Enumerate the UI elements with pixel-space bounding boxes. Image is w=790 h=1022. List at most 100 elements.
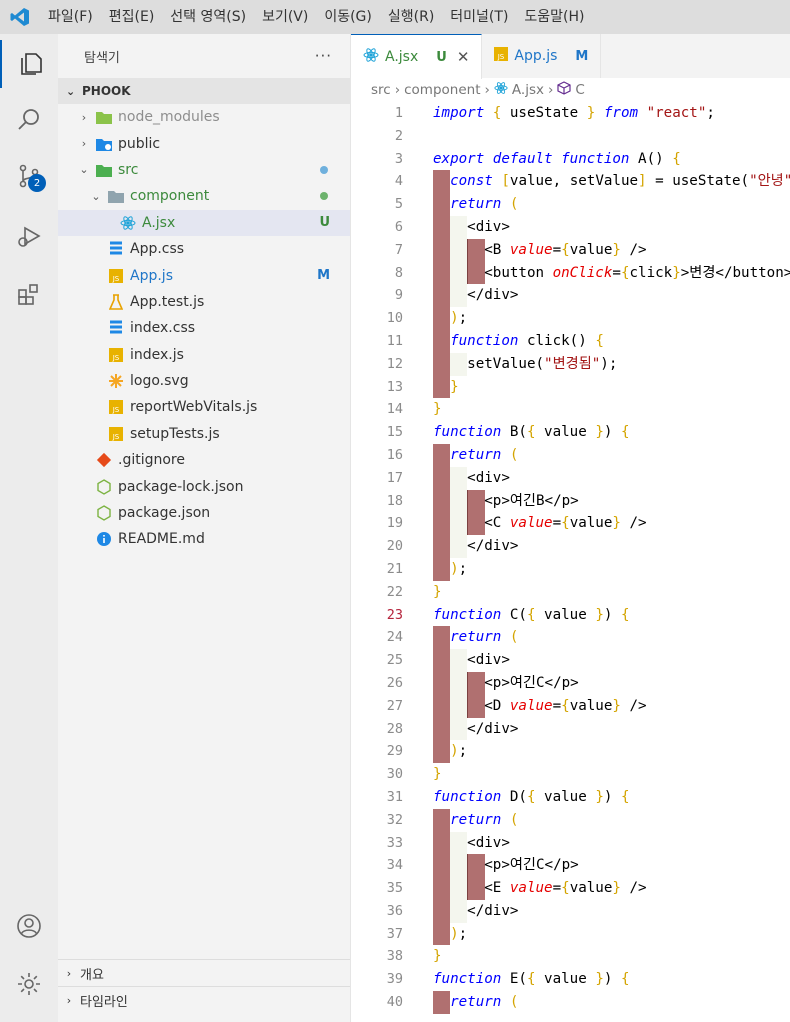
breadcrumb-src[interactable]: src <box>371 82 391 98</box>
tree-item[interactable]: › node_modules <box>58 104 350 130</box>
explorer-icon[interactable] <box>0 40 60 88</box>
code-line: 21 ); <box>351 557 790 581</box>
code-text: } <box>433 401 442 418</box>
tree-item[interactable]: › public <box>58 130 350 156</box>
breadcrumb-component[interactable]: component <box>404 82 480 98</box>
line-number: 24 <box>386 629 403 646</box>
line-number: 16 <box>386 446 403 463</box>
tab-status: U <box>436 49 447 65</box>
code-text: <p>여긴C</p> <box>433 857 579 874</box>
tree-item[interactable]: package.json <box>58 500 350 526</box>
test-file-icon <box>108 294 124 310</box>
tree-item-label: App.css <box>130 241 185 258</box>
tree-item[interactable]: .gitignore <box>58 447 350 473</box>
chevron-down-icon: ⌄ <box>79 163 89 177</box>
code-line: 30} <box>351 763 790 786</box>
tree-item-label: component <box>130 188 210 205</box>
code-line: 19 <C value={value} /> <box>351 512 790 536</box>
tree-item[interactable]: JS App.js M <box>58 262 350 288</box>
code-text: <div> <box>433 652 510 669</box>
breadcrumb-symbol[interactable]: C <box>575 82 584 98</box>
line-number: 32 <box>386 811 403 828</box>
code-text: function E({ value }) { <box>433 971 630 988</box>
source-control-icon[interactable]: 2 <box>0 152 58 200</box>
menu-item[interactable]: 파일(F) <box>40 0 101 34</box>
code-line: 9 </div> <box>351 284 790 308</box>
chevron-right-icon: › <box>81 137 87 151</box>
line-number: 21 <box>386 560 403 577</box>
tree-item[interactable]: App.test.js <box>58 289 350 315</box>
more-actions-button[interactable]: ··· <box>315 47 332 65</box>
run-debug-icon[interactable] <box>0 212 58 260</box>
tree-item[interactable]: JS index.js <box>58 342 350 368</box>
code-text: ); <box>450 925 468 942</box>
tree-item[interactable]: A.jsx U <box>58 209 350 236</box>
code-text: function C({ value }) { <box>433 606 630 623</box>
code-line: 13 } <box>351 375 790 399</box>
vscode-logo-icon[interactable] <box>0 0 40 34</box>
menu-item[interactable]: 선택 영역(S) <box>162 0 254 34</box>
account-icon[interactable] <box>0 902 58 950</box>
menu-item[interactable]: 보기(V) <box>254 0 316 34</box>
tab-status: M <box>575 48 589 64</box>
close-icon[interactable]: ✕ <box>457 48 470 66</box>
tree-item[interactable]: ⌄ src <box>58 157 350 183</box>
tab-a-jsx[interactable]: A.jsx U ✕ <box>351 34 483 79</box>
line-number: 12 <box>386 355 403 372</box>
code-line: 23 function C({ value }) { <box>351 604 790 627</box>
tree-item[interactable]: ⌄ component <box>58 183 350 209</box>
tree-item[interactable]: index.css <box>58 315 350 341</box>
menu-item[interactable]: 도움말(H) <box>516 0 592 34</box>
menu-bar: 파일(F) 편집(E) 선택 영역(S) 보기(V) 이동(G) 실행(R) 터미널(T) 도… <box>0 0 790 34</box>
line-number: 22 <box>386 583 403 600</box>
code-line: 1 import { useState } from "react"; <box>351 102 790 125</box>
line-number: 40 <box>386 994 403 1011</box>
code-text: ); <box>450 560 468 577</box>
code-line: 39 function E({ value }) { <box>351 968 790 991</box>
settings-gear-icon[interactable] <box>0 960 58 1008</box>
tree-item[interactable]: JS reportWebVitals.js <box>58 394 350 420</box>
tree-item[interactable]: App.css <box>58 236 350 262</box>
timeline-section[interactable]: › 타임라인 <box>58 986 350 1013</box>
node-file-icon <box>96 505 112 521</box>
line-number: 25 <box>386 652 403 669</box>
menu-item[interactable]: 이동(G) <box>316 0 380 34</box>
tree-item-label: README.md <box>118 531 205 548</box>
code-line: 27 <D value={value} /> <box>351 694 790 718</box>
git-status-badge: U <box>319 215 330 231</box>
menu-item[interactable]: 터미널(T) <box>442 0 516 34</box>
tree-item-label: package.json <box>118 505 211 522</box>
timeline-label: 타임라인 <box>80 994 128 1010</box>
line-number: 37 <box>386 925 403 942</box>
extensions-icon[interactable] <box>0 270 58 318</box>
tree-item[interactable]: README.md <box>58 526 350 552</box>
tree-item[interactable]: logo.svg <box>58 368 350 394</box>
code-editor[interactable]: 1 import { useState } from "react"; 2 3 expo… <box>351 102 790 1014</box>
tree-item[interactable]: package-lock.json <box>58 473 350 499</box>
folder-icon <box>96 109 112 125</box>
code-line: 16 return ( <box>351 443 790 467</box>
js-file-icon: JS <box>494 47 509 65</box>
line-number: 4 <box>394 173 403 190</box>
menu-item[interactable]: 편집(E) <box>101 0 163 34</box>
menu-item[interactable]: 실행(R) <box>380 0 442 34</box>
code-text: import { useState } from "react"; <box>433 105 715 121</box>
code-text: </div> <box>433 902 519 919</box>
tree-item[interactable]: JS setupTests.js <box>58 421 350 447</box>
code-text: <C value={value} /> <box>433 515 647 532</box>
search-icon[interactable] <box>0 96 58 144</box>
code-line: 3 export default function A() { <box>351 148 790 171</box>
outline-section[interactable]: › 개요 <box>58 959 350 986</box>
code-text: <p>여긴B</p> <box>433 492 579 509</box>
workspace-section-header[interactable]: ⌄ PHOOK <box>58 78 350 104</box>
line-number: 13 <box>386 378 403 395</box>
tab-app-js[interactable]: JS App.js M <box>482 34 602 78</box>
line-number: 38 <box>386 948 403 965</box>
code-text: </div> <box>433 287 519 304</box>
line-number: 2 <box>394 127 403 144</box>
code-line: 12 setValue("변경됨"); <box>351 352 790 376</box>
breadcrumb-file[interactable]: A.jsx <box>512 82 544 98</box>
code-line: 34 <p>여긴C</p> <box>351 854 790 878</box>
line-number: 7 <box>394 241 403 258</box>
code-line: 35 <E value={value} /> <box>351 877 790 900</box>
